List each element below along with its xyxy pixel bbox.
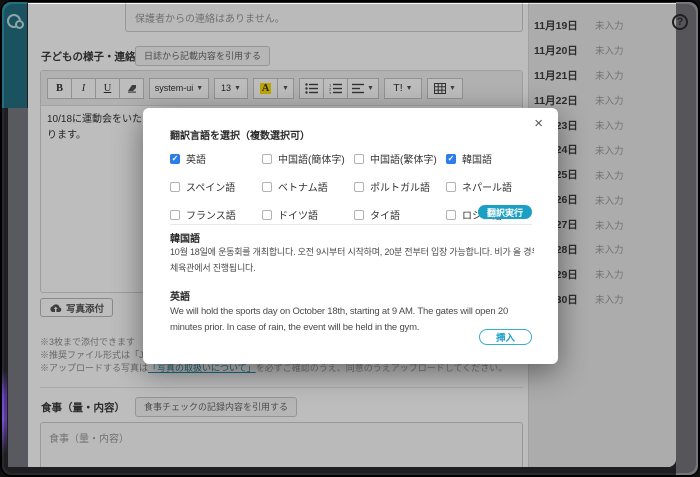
translation-modal: × 翻訳言語を選択（複数選択可） ✓ 英語 中国語(簡体字) 中国語(繁体字) ✓ 韓国語… bbox=[143, 108, 558, 364]
checkbox-unchecked[interactable] bbox=[446, 182, 456, 192]
checkbox-unchecked[interactable] bbox=[354, 154, 364, 164]
result-korean-line: 10월 18일에 운동회를 개최합니다. 오전 9시부터 시작하며, 20분 전… bbox=[170, 245, 534, 261]
language-option: 中国語(簡体字) bbox=[262, 151, 354, 166]
close-icon[interactable]: × bbox=[530, 114, 547, 133]
language-label: 韓国語 bbox=[462, 151, 492, 166]
language-option: ✓ 英語 bbox=[170, 151, 262, 166]
modal-title: 翻訳言語を選択（複数選択可） bbox=[170, 127, 532, 142]
language-option: ✓ 韓国語 bbox=[446, 151, 538, 166]
language-label: ベトナム語 bbox=[278, 179, 328, 194]
language-label: スペイン語 bbox=[186, 179, 235, 194]
result-heading-korean: 韓国語 bbox=[170, 230, 200, 245]
checkbox-unchecked[interactable] bbox=[262, 154, 272, 164]
language-label: タイ語 bbox=[370, 207, 400, 222]
checkbox-unchecked[interactable] bbox=[354, 210, 364, 220]
language-option: タイ語 bbox=[354, 207, 446, 222]
checkbox-unchecked[interactable] bbox=[446, 210, 456, 220]
checkbox-checked[interactable]: ✓ bbox=[170, 154, 180, 164]
result-heading-english: 英語 bbox=[170, 288, 190, 303]
checkbox-unchecked[interactable] bbox=[262, 210, 272, 220]
language-option: フランス語 bbox=[170, 207, 262, 222]
language-label: 中国語(繁体字) bbox=[370, 151, 437, 166]
result-english-line: We will hold the sports day on October 1… bbox=[170, 304, 534, 320]
checkbox-unchecked[interactable] bbox=[170, 210, 180, 220]
checkbox-unchecked[interactable] bbox=[354, 182, 364, 192]
language-option: ドイツ語 bbox=[262, 207, 354, 222]
language-label: フランス語 bbox=[186, 207, 236, 222]
result-korean-line: 체육관에서 진행됩니다. bbox=[170, 261, 534, 277]
language-label: 英語 bbox=[186, 151, 206, 166]
language-label: ポルトガル語 bbox=[370, 179, 430, 194]
modal-divider bbox=[170, 224, 532, 225]
language-label: 中国語(簡体字) bbox=[278, 151, 345, 166]
language-option: スペイン語 bbox=[170, 179, 262, 194]
app-screenshot: 保護者からの連絡はありません。 子どもの様子・連絡事項 日誌から記載内容を引用す… bbox=[0, 0, 700, 477]
insert-button[interactable]: 挿入 bbox=[479, 329, 532, 345]
language-label: ネパール語 bbox=[462, 179, 512, 194]
checkbox-checked[interactable]: ✓ bbox=[446, 154, 456, 164]
result-korean-text: 10월 18일에 운동회를 개최합니다. 오전 9시부터 시작하며, 20분 전… bbox=[170, 245, 534, 276]
checkbox-unchecked[interactable] bbox=[262, 182, 272, 192]
result-english-text: We will hold the sports day on October 1… bbox=[170, 304, 534, 335]
checkbox-unchecked[interactable] bbox=[170, 182, 180, 192]
language-option: ベトナム語 bbox=[262, 179, 354, 194]
translate-execute-button[interactable]: 翻訳実行 bbox=[478, 205, 532, 219]
language-option: ネパール語 bbox=[446, 179, 538, 194]
language-option: ポルトガル語 bbox=[354, 179, 446, 194]
language-option: 中国語(繁体字) bbox=[354, 151, 446, 166]
language-label: ドイツ語 bbox=[278, 207, 318, 222]
